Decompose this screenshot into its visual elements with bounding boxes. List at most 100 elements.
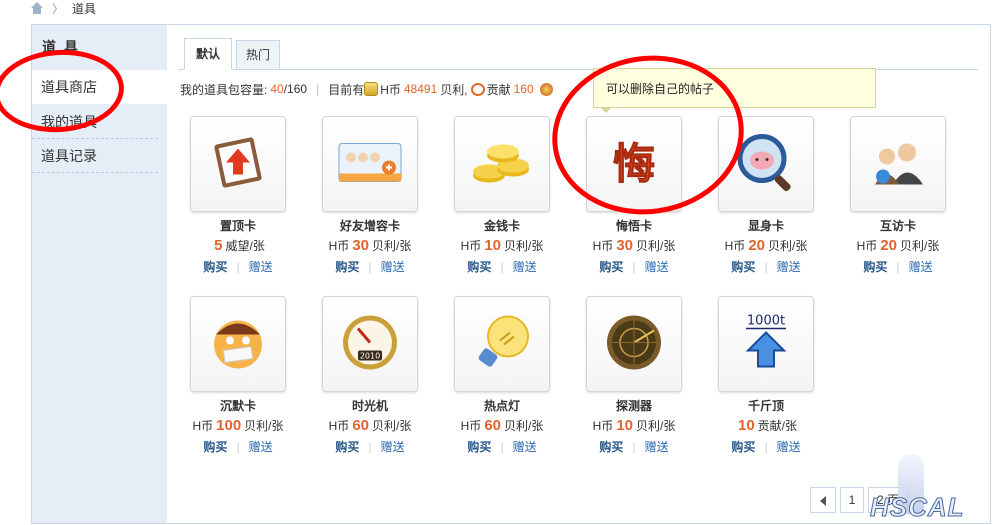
capacity-label: 我的道具包容量: bbox=[180, 82, 268, 97]
item-name[interactable]: 显身卡 bbox=[711, 218, 821, 234]
contrib-label: 贡献 bbox=[486, 82, 511, 97]
buy-link[interactable]: 购买 bbox=[467, 440, 491, 454]
friend-capacity-card-icon bbox=[337, 138, 403, 191]
item-name[interactable]: 热点灯 bbox=[447, 398, 557, 414]
buy-link[interactable]: 购买 bbox=[335, 440, 359, 454]
gift-link[interactable]: 赠送 bbox=[249, 440, 273, 454]
item-card: 互访卡 H币 20 贝利/张购买 | 赠送 bbox=[843, 116, 953, 275]
item-price: H币 10 贝利/张 bbox=[447, 237, 557, 255]
gift-link[interactable]: 赠送 bbox=[249, 260, 273, 274]
item-name[interactable]: 互访卡 bbox=[843, 218, 953, 234]
price-value: 30 bbox=[616, 237, 633, 254]
buy-link[interactable]: 购买 bbox=[203, 260, 227, 274]
item-name[interactable]: 金钱卡 bbox=[447, 218, 557, 234]
price-unit: 贝利/张 bbox=[504, 239, 544, 253]
price-value: 60 bbox=[352, 417, 369, 434]
price-value: 5 bbox=[214, 237, 223, 254]
gift-link[interactable]: 赠送 bbox=[909, 260, 933, 274]
gift-link[interactable]: 赠送 bbox=[513, 440, 537, 454]
action-divider: | bbox=[632, 260, 636, 274]
item-card: 好友增容卡 H币 30 贝利/张 购买 | 赠送 bbox=[315, 116, 425, 275]
buy-link[interactable]: 购买 bbox=[599, 260, 623, 274]
item-image[interactable] bbox=[322, 116, 418, 212]
action-divider: | bbox=[500, 260, 504, 274]
buy-link[interactable]: 购买 bbox=[467, 260, 491, 274]
gift-link[interactable]: 赠送 bbox=[381, 260, 405, 274]
item-name[interactable]: 好友增容卡 bbox=[315, 218, 425, 234]
buy-link[interactable]: 购买 bbox=[731, 440, 755, 454]
item-name[interactable]: 探测器 bbox=[579, 398, 689, 414]
item-name[interactable]: 沉默卡 bbox=[183, 398, 293, 414]
item-image[interactable] bbox=[586, 296, 682, 392]
tab-hot[interactable]: 热门 bbox=[236, 40, 280, 70]
gift-link[interactable]: 赠送 bbox=[645, 440, 669, 454]
item-name[interactable]: 时光机 bbox=[315, 398, 425, 414]
item-image[interactable] bbox=[454, 296, 550, 392]
action-divider: | bbox=[764, 260, 768, 274]
svg-text:2010: 2010 bbox=[360, 352, 380, 361]
prev-page-button[interactable] bbox=[810, 487, 836, 513]
action-divider: | bbox=[896, 260, 900, 274]
price-value: 20 bbox=[880, 237, 897, 254]
breadcrumb-separator: 〉 bbox=[52, 1, 65, 16]
price-value: 10 bbox=[484, 237, 501, 254]
contribution-icon bbox=[470, 82, 485, 96]
gift-link[interactable]: 赠送 bbox=[513, 260, 537, 274]
home-icon[interactable] bbox=[30, 2, 44, 14]
item-name[interactable]: 悔悟卡 bbox=[579, 218, 689, 234]
item-price: 5 威望/张 bbox=[183, 237, 293, 255]
action-divider: | bbox=[632, 440, 636, 454]
item-name[interactable]: 千斤顶 bbox=[711, 398, 821, 414]
item-image[interactable]: 1000t bbox=[718, 296, 814, 392]
item-actions: 购买 | 赠送 bbox=[315, 439, 425, 455]
item-price: H币 20 贝利/张 bbox=[711, 237, 821, 255]
buy-link[interactable]: 购买 bbox=[863, 260, 887, 274]
buy-link[interactable]: 购买 bbox=[203, 440, 227, 454]
buy-link[interactable]: 购买 bbox=[335, 260, 359, 274]
price-unit: 贡献/张 bbox=[757, 419, 798, 433]
action-divider: | bbox=[236, 440, 240, 454]
price-currency: H币 bbox=[724, 239, 746, 253]
price-value: 10 bbox=[616, 417, 633, 434]
item-card: 1000t 千斤顶 10 贡献/张 购买 | 赠送 bbox=[711, 296, 821, 455]
capacity-used: 40 bbox=[270, 82, 284, 96]
item-actions: 购买 | 赠送 bbox=[183, 439, 293, 455]
price-value: 60 bbox=[484, 417, 501, 434]
breadcrumb-current[interactable]: 道具 bbox=[72, 0, 96, 17]
gift-link[interactable]: 赠送 bbox=[645, 260, 669, 274]
price-unit: 贝利/张 bbox=[768, 239, 808, 253]
hbi-value: 48491 bbox=[403, 82, 438, 96]
item-card: 2010 时光机 H币 60 贝利/张 购买 | 赠送 bbox=[315, 296, 425, 455]
magnifier-pig-icon bbox=[734, 131, 798, 198]
item-name[interactable]: 置顶卡 bbox=[183, 218, 293, 234]
have-label: 目前有 bbox=[328, 82, 365, 97]
item-image[interactable]: 2010 bbox=[322, 296, 418, 392]
item-price: H币 100 贝利/张 bbox=[183, 417, 293, 435]
item-image[interactable] bbox=[850, 116, 946, 212]
price-currency: H币 bbox=[328, 239, 350, 253]
item-price: H币 20 贝利/张 bbox=[843, 237, 953, 255]
item-price: H币 30 贝利/张 bbox=[579, 237, 689, 255]
tab-default[interactable]: 默认 bbox=[184, 38, 232, 70]
buy-link[interactable]: 购买 bbox=[599, 440, 623, 454]
item-price: H币 60 贝利/张 bbox=[315, 417, 425, 435]
buy-link[interactable]: 购买 bbox=[731, 260, 755, 274]
gift-link[interactable]: 赠送 bbox=[381, 440, 405, 454]
sidebar-item-records[interactable]: 道具记录 bbox=[32, 139, 158, 173]
hbi-unit: 贝利, bbox=[440, 82, 468, 97]
item-card: 沉默卡 H币 100 贝利/张购买 | 赠送 bbox=[183, 296, 293, 455]
item-image[interactable] bbox=[454, 116, 550, 212]
price-currency: H币 bbox=[856, 239, 878, 253]
item-actions: 购买 | 赠送 bbox=[447, 439, 557, 455]
item-image[interactable] bbox=[190, 116, 286, 212]
gift-link[interactable]: 赠送 bbox=[777, 440, 801, 454]
gift-link[interactable]: 赠送 bbox=[777, 260, 801, 274]
status-divider: | bbox=[316, 82, 320, 96]
item-image[interactable] bbox=[190, 296, 286, 392]
jack-up-arrow-icon: 1000t bbox=[734, 311, 798, 378]
item-card: 置顶卡 5 威望/张 购买 | 赠送 bbox=[183, 116, 293, 275]
coin-icon bbox=[364, 82, 379, 96]
gold-coins-icon bbox=[469, 136, 535, 193]
price-unit: 贝利/张 bbox=[504, 419, 544, 433]
page-1-button[interactable]: 1 bbox=[840, 487, 864, 513]
